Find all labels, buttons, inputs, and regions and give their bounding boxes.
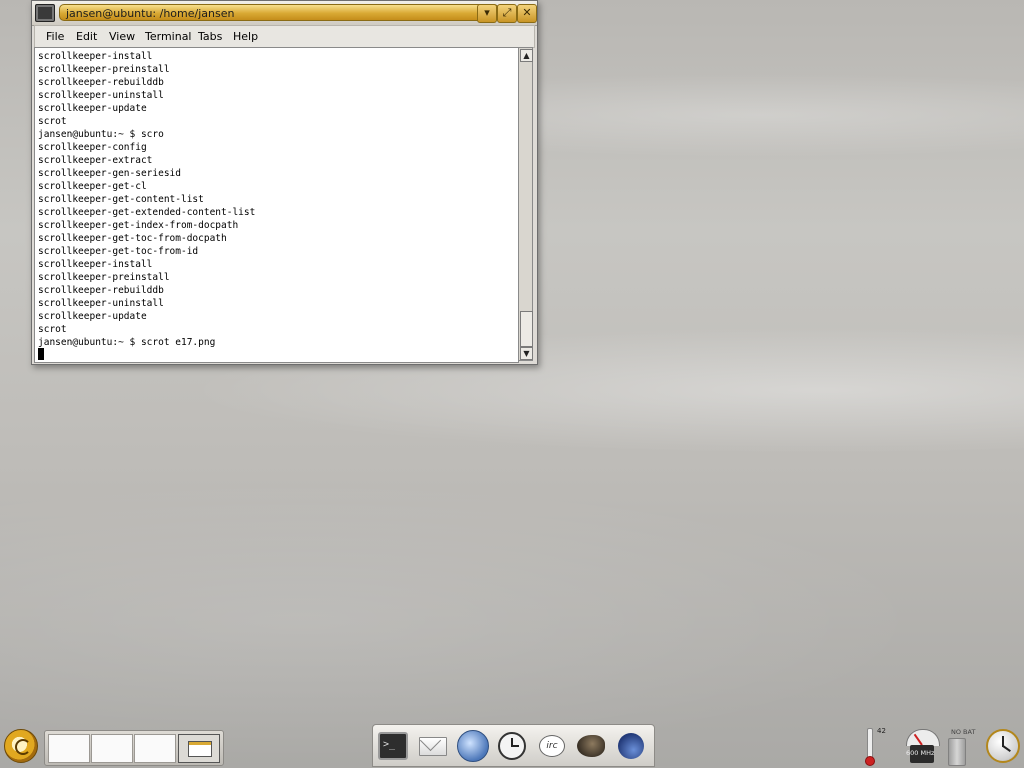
menu-bar: File Edit View Terminal Tabs Help: [34, 25, 535, 48]
analog-clock-icon[interactable]: [986, 729, 1020, 763]
minimize-button[interactable]: ▾: [477, 4, 497, 23]
menu-edit[interactable]: Edit: [76, 26, 97, 47]
terminal-line: scrollkeeper-get-extended-content-list: [38, 207, 256, 218]
pager-desk-2[interactable]: [91, 734, 133, 763]
terminal-prompt: jansen@ubuntu:~ $ scrot e17.png: [38, 337, 216, 348]
terminal-line: scrollkeeper-update: [38, 311, 147, 322]
pager-desk-1[interactable]: [48, 734, 90, 763]
terminal-line: scrollkeeper-config: [38, 142, 147, 153]
terminal-line: scrollkeeper-get-toc-from-id: [38, 246, 199, 257]
terminal-line: scrollkeeper-gen-seriesid: [38, 168, 181, 179]
terminal-window: jansen@ubuntu: /home/jansen ▾ ⤢ ✕ File E…: [31, 0, 538, 365]
maximize-button[interactable]: ⤢: [497, 4, 517, 23]
thermometer-icon[interactable]: [865, 728, 875, 766]
launcher-dock: irc: [372, 724, 655, 767]
window-title: jansen@ubuntu: /home/jansen: [59, 4, 499, 21]
scroll-down-button[interactable]: ▼: [520, 347, 533, 360]
terminal-line: jansen@ubuntu:~ $ scro: [38, 129, 164, 140]
menu-file[interactable]: File: [46, 26, 64, 47]
terminal-line: scrollkeeper-install: [38, 51, 153, 62]
maximize-icon: ⤢: [502, 6, 512, 19]
terminal-line: scrollkeeper-install: [38, 259, 153, 270]
terminal-line: scrot: [38, 116, 67, 127]
terminal-window-icon[interactable]: [35, 4, 55, 22]
pager-desk-4[interactable]: [178, 734, 220, 763]
temperature-readout: 42: [877, 727, 886, 735]
cpu-frequency-readout: 600 MHz: [906, 749, 935, 757]
terminal-line: scrollkeeper-preinstall: [38, 272, 170, 283]
menu-tabs[interactable]: Tabs: [198, 26, 222, 47]
irc-icon[interactable]: irc: [539, 735, 565, 757]
terminal-line: scrollkeeper-extract: [38, 155, 153, 166]
browser-icon[interactable]: [457, 730, 489, 762]
arrow-up-icon: ▲: [523, 51, 530, 60]
desktop-pager: [44, 730, 224, 766]
terminal-line: scrollkeeper-get-cl: [38, 181, 147, 192]
pager-desk-3[interactable]: [134, 734, 176, 763]
pager-window-thumbnail: [188, 741, 212, 757]
terminal-line: scrollkeeper-rebuilddb: [38, 77, 164, 88]
terminal-line: scrollkeeper-get-content-list: [38, 194, 204, 205]
terminal-line: scrollkeeper-uninstall: [38, 298, 164, 309]
terminal-icon[interactable]: [378, 730, 408, 760]
terminal-line: scrollkeeper-get-toc-from-docpath: [38, 233, 227, 244]
terminal-line: scrot: [38, 324, 67, 335]
battery-status: NO BAT: [951, 728, 976, 736]
gimp-icon[interactable]: [577, 735, 605, 757]
menu-view[interactable]: View: [109, 26, 135, 47]
cpu-frequency-gauge-icon[interactable]: [904, 729, 940, 763]
chevron-down-icon: ▾: [484, 6, 490, 19]
menu-terminal[interactable]: Terminal: [145, 26, 192, 47]
battery-icon[interactable]: [948, 738, 966, 766]
vertical-scrollbar[interactable]: ▲ ▼: [518, 47, 533, 361]
terminal-line: scrollkeeper-rebuilddb: [38, 285, 164, 296]
menu-help[interactable]: Help: [233, 26, 258, 47]
terminal-line: scrollkeeper-preinstall: [38, 64, 170, 75]
text-cursor: [38, 348, 44, 360]
audio-icon[interactable]: [618, 733, 644, 759]
arrow-down-icon: ▼: [523, 349, 530, 358]
terminal-line: scrollkeeper-get-index-from-docpath: [38, 220, 239, 231]
clock-icon[interactable]: [498, 732, 526, 760]
irc-icon-glyph: irc: [546, 741, 558, 751]
terminal-line: scrollkeeper-update: [38, 103, 147, 114]
close-button[interactable]: ✕: [517, 4, 537, 23]
close-icon: ✕: [522, 6, 532, 19]
mail-icon[interactable]: [419, 737, 447, 756]
scroll-up-button[interactable]: ▲: [520, 49, 533, 62]
terminal-line: scrollkeeper-uninstall: [38, 90, 164, 101]
scroll-thumb[interactable]: [520, 311, 533, 347]
enlightenment-menu-button[interactable]: [4, 729, 38, 763]
terminal-output[interactable]: scrollkeeper-install scrollkeeper-preins…: [34, 47, 519, 363]
thermometer-bulb: [865, 756, 875, 766]
title-bar[interactable]: jansen@ubuntu: /home/jansen ▾ ⤢ ✕: [32, 1, 537, 26]
gauge-dial: [906, 729, 940, 746]
